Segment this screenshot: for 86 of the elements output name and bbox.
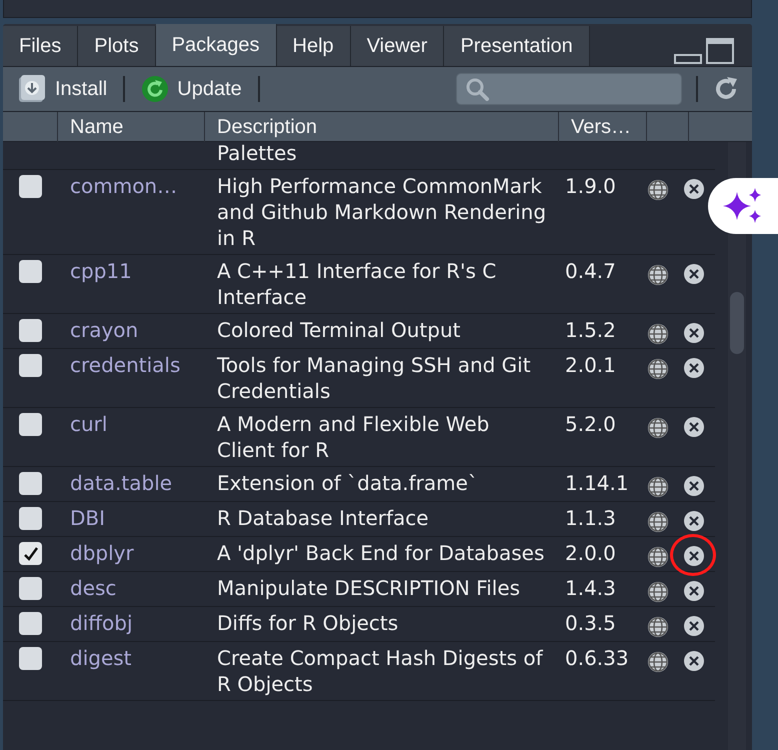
search-icon — [465, 77, 491, 101]
package-description: A Modern and Flexible Web Client for R — [217, 412, 490, 462]
globe-icon[interactable] — [647, 581, 669, 603]
install-icon — [17, 74, 47, 104]
remove-icon[interactable] — [683, 545, 705, 567]
minimize-icon[interactable] — [674, 52, 702, 64]
package-version: 5.2.0 — [565, 412, 616, 436]
remove-icon[interactable] — [683, 357, 705, 379]
package-name[interactable]: data.table — [70, 471, 172, 495]
package-version: 0.3.5 — [565, 611, 616, 635]
package-description: Palettes — [217, 142, 297, 165]
install-button[interactable]: Install — [15, 74, 110, 104]
remove-icon[interactable] — [683, 475, 705, 497]
globe-icon[interactable] — [647, 511, 669, 533]
package-name[interactable]: desc — [70, 576, 116, 600]
package-description: R Database Interface — [217, 506, 429, 530]
package-name[interactable]: common… — [70, 174, 178, 198]
globe-icon[interactable] — [647, 651, 669, 673]
checkbox[interactable] — [19, 507, 42, 530]
remove-icon[interactable] — [683, 580, 705, 602]
remove-icon[interactable] — [683, 510, 705, 532]
tab[interactable]: Help — [276, 26, 351, 66]
remove-icon[interactable] — [683, 416, 705, 438]
checkbox[interactable] — [19, 260, 42, 283]
tab[interactable]: Presentation — [444, 26, 590, 66]
checkbox[interactable] — [19, 577, 42, 600]
package-version: 1.1.3 — [565, 506, 616, 530]
tab[interactable]: Packages — [156, 24, 277, 66]
remove-icon[interactable] — [683, 615, 705, 637]
package-description: A C++11 Interface for R's C Interface — [217, 259, 496, 309]
package-name[interactable]: diffobj — [70, 611, 133, 635]
package-version: 2.0.1 — [565, 353, 616, 377]
remove-icon[interactable] — [683, 263, 705, 285]
checkbox[interactable] — [19, 647, 42, 670]
tab[interactable]: Viewer — [350, 26, 444, 66]
checkbox[interactable] — [19, 542, 42, 565]
column-header[interactable]: Name — [70, 112, 124, 142]
package-name[interactable]: crayon — [70, 318, 138, 342]
package-description: High Performance CommonMark and Github Markdown Rendering in R — [217, 174, 546, 250]
scrollbar-thumb[interactable] — [730, 292, 744, 354]
checkbox[interactable] — [19, 413, 42, 436]
globe-icon[interactable] — [647, 546, 669, 568]
package-description: Extension of `data.frame` — [217, 471, 478, 495]
package-version: 0.6.33 — [565, 646, 629, 670]
globe-icon[interactable] — [647, 358, 669, 380]
remove-icon[interactable] — [683, 178, 705, 200]
package-name[interactable]: dbplyr — [70, 541, 134, 565]
update-button[interactable]: Update — [139, 74, 244, 104]
globe-icon[interactable] — [647, 323, 669, 345]
package-name[interactable]: credentials — [70, 353, 180, 377]
refresh-icon — [141, 75, 170, 103]
package-name[interactable]: cpp11 — [70, 259, 132, 283]
checkbox[interactable] — [19, 175, 42, 198]
package-version: 2.0.0 — [565, 541, 616, 565]
maximize-icon[interactable] — [706, 38, 734, 64]
column-header[interactable]: Description — [217, 112, 318, 142]
tab[interactable]: Plots — [78, 26, 156, 66]
globe-icon[interactable] — [647, 264, 669, 286]
remove-icon[interactable] — [683, 322, 705, 344]
package-name[interactable]: DBI — [70, 506, 106, 530]
package-version: 1.14.1 — [565, 471, 629, 495]
package-description: Colored Terminal Output — [217, 318, 460, 342]
globe-icon[interactable] — [647, 616, 669, 638]
package-version: 1.5.2 — [565, 318, 616, 342]
checkbox[interactable] — [19, 319, 42, 342]
package-name[interactable]: curl — [70, 412, 108, 436]
package-version: 1.4.3 — [565, 576, 616, 600]
package-description: Create Compact Hash Digests of R Objects — [217, 646, 543, 696]
package-description: Manipulate DESCRIPTION Files — [217, 576, 520, 600]
remove-icon[interactable] — [683, 650, 705, 672]
package-version: 0.4.7 — [565, 259, 616, 283]
package-version: 1.9.0 — [565, 174, 616, 198]
tab[interactable]: Files — [3, 26, 78, 66]
search-field[interactable] — [456, 73, 682, 105]
checkbox[interactable] — [19, 612, 42, 635]
package-name[interactable]: digest — [70, 646, 132, 670]
globe-icon[interactable] — [647, 476, 669, 498]
column-header[interactable]: Vers… — [571, 112, 632, 142]
package-description: A 'dplyr' Back End for Databases — [217, 541, 544, 565]
package-description: Tools for Managing SSH and Git Credentials — [217, 353, 531, 403]
package-description: Diffs for R Objects — [217, 611, 398, 635]
globe-icon[interactable] — [647, 417, 669, 439]
assistant-button[interactable] — [708, 178, 778, 234]
checkbox[interactable] — [19, 472, 42, 495]
globe-icon[interactable] — [647, 179, 669, 201]
checkbox[interactable] — [19, 354, 42, 377]
